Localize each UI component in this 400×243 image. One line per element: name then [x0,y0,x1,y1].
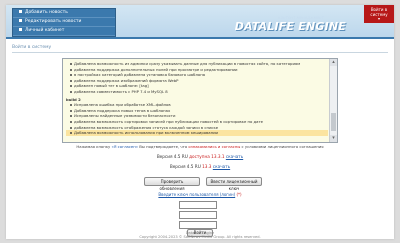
agree-link[interactable]: «Я согласен» [112,144,139,149]
menu-item-label: Личный кабинет [25,28,65,33]
bullet-icon [70,120,72,123]
download-link[interactable]: скачать [226,154,243,159]
header: Добавить новость Редактировать новости Л… [6,5,394,37]
footer-copyright: Copyright 2004-2023 © SoftNews Media Gro… [139,235,261,239]
required-mark: (*) [236,192,242,197]
login-label: Введите ключ пользователя (логин) (*) [158,192,242,197]
divider [12,52,388,53]
scroll-down-arrow-icon[interactable]: ▾ [330,135,337,142]
bullet-icon [70,109,72,112]
page-frame: Добавить новость Редактировать новости Л… [6,5,394,239]
bullet-icon [19,28,22,31]
version-line-1: Версия 4.5 RU доступна 13.3.1 скачать [156,154,244,159]
breadcrumb: Войти в систему [12,45,52,50]
scroll-thumb[interactable] [331,113,336,131]
check-updates-button[interactable]: Проверить обновления [144,177,200,191]
bullet-icon [19,10,22,13]
bullet-icon [70,63,72,65]
bullet-icon [19,19,22,22]
menu-item-edit-news[interactable]: Редактировать новости [13,18,115,27]
license-agreement-note: Нажимая кнопку «Я согласен» Вы подтвержд… [76,144,324,149]
bullet-icon [70,132,72,135]
menu-item-cabinet[interactable]: Личный кабинет [13,27,115,36]
bullet-icon [70,90,72,93]
login-ribbon[interactable]: Войти в систему ▾ [364,5,394,23]
top-menu: Добавить новость Редактировать новости Л… [12,8,116,37]
menu-item-label: Добавить новость [25,10,68,15]
bullet-icon [70,74,72,77]
textarea-scrollbar[interactable]: ▴ ▾ [329,59,337,142]
changelog-line: добавлена совместимость с PHP 7.4 и MySQ… [66,89,328,95]
changelog-line-highlighted: Добавлена возможность использования при … [66,130,328,136]
header-divider [6,37,394,39]
bullet-icon [70,126,72,129]
bullet-icon [70,115,72,118]
download-link[interactable]: скачать [213,164,230,169]
logo: DATALIFE ENGINE [234,20,346,33]
license-link[interactable]: ознакомились и согласны [188,144,240,149]
version-line-2: Версия 4.5 RU 13.3 скачать [169,164,231,169]
license-key-button[interactable]: Ввести лицензионный ключ [206,177,262,191]
chevron-down-icon: ▾ [377,16,380,21]
changelog-content: Добавлена возможность из админки сразу у… [66,61,328,136]
bullet-icon [70,104,72,107]
bullet-icon [70,79,72,82]
bullet-icon [70,68,72,71]
bullet-icon [70,85,72,88]
password-field[interactable] [179,211,217,219]
scroll-up-arrow-icon[interactable]: ▴ [330,59,337,66]
menu-item-label: Редактировать новости [25,19,82,24]
login-field[interactable] [179,201,217,209]
key-field[interactable] [179,221,217,229]
menu-item-add-news[interactable]: Добавить новость [13,9,115,18]
changelog-textarea[interactable]: Добавлена возможность из админки сразу у… [62,58,338,143]
